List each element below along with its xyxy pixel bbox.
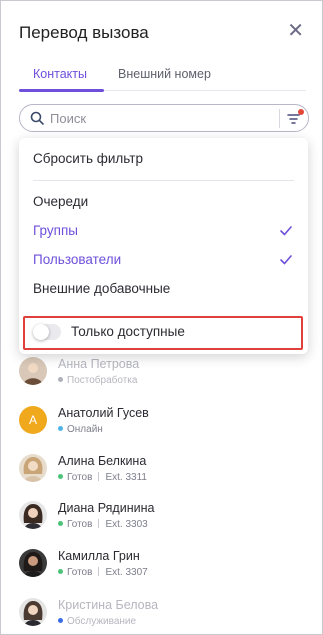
contact-row[interactable]: Анна Петрова Постобработка (19, 357, 309, 393)
reset-filter-button[interactable]: Сбросить фильтр (33, 151, 143, 166)
avatar (19, 501, 47, 529)
filter-option-groups[interactable]: Группы (33, 223, 78, 238)
filter-active-dot (298, 109, 304, 115)
available-only-label: Только доступные (71, 324, 185, 339)
dropdown-divider (33, 180, 294, 181)
filter-option-users[interactable]: Пользователи (33, 252, 121, 267)
search-box (19, 104, 309, 132)
contact-name: Алина Белкина (58, 454, 147, 468)
contact-row[interactable]: Камилла Грин Готов Ext. 3307 (19, 549, 309, 585)
contact-status: Готов Ext. 3307 (58, 567, 148, 578)
call-transfer-panel: Перевод вызова ✕ Контакты Внешний номер … (0, 0, 323, 635)
avatar (19, 357, 47, 385)
contact-row[interactable]: Алина Белкина Готов Ext. 3311 (19, 454, 309, 490)
close-icon[interactable]: ✕ (287, 21, 304, 41)
avatar (19, 549, 47, 577)
contact-row[interactable]: А Анатолий Гусев Онлайн (19, 406, 309, 442)
check-icon (280, 226, 292, 236)
search-input[interactable] (50, 110, 280, 127)
check-icon (280, 255, 292, 265)
contact-name: Кристина Белова (58, 598, 159, 612)
avatar (19, 454, 47, 482)
contact-status: Обслуживание (58, 616, 136, 627)
contact-row[interactable]: Кристина Белова Обслуживание (19, 598, 309, 634)
contact-status: Готов Ext. 3303 (58, 519, 148, 530)
filter-option-external-extensions[interactable]: Внешние добавочные (33, 281, 170, 296)
contact-status: Готов Ext. 3311 (58, 472, 147, 483)
search-divider (279, 109, 280, 128)
toggle-knob (33, 324, 49, 340)
contact-name: Анна Петрова (58, 357, 140, 371)
tab-external-number[interactable]: Внешний номер (118, 67, 211, 81)
active-tab-indicator (19, 89, 104, 92)
filter-button[interactable] (286, 109, 304, 126)
contact-name: Диана Рядинина (58, 501, 155, 515)
tab-bar: Контакты Внешний номер (19, 59, 306, 92)
avatar (19, 598, 47, 626)
tab-contacts[interactable]: Контакты (33, 67, 87, 81)
contact-name: Камилла Грин (58, 549, 140, 563)
available-only-toggle[interactable] (33, 324, 61, 340)
filter-option-queues[interactable]: Очереди (33, 194, 88, 209)
panel-title: Перевод вызова (19, 23, 149, 42)
search-icon (30, 111, 44, 125)
contact-row[interactable]: Диана Рядинина Готов Ext. 3303 (19, 501, 309, 537)
avatar: А (19, 406, 47, 434)
contact-status: Постобработка (58, 375, 137, 386)
contact-status: Онлайн (58, 424, 103, 435)
contact-name: Анатолий Гусев (58, 406, 149, 420)
